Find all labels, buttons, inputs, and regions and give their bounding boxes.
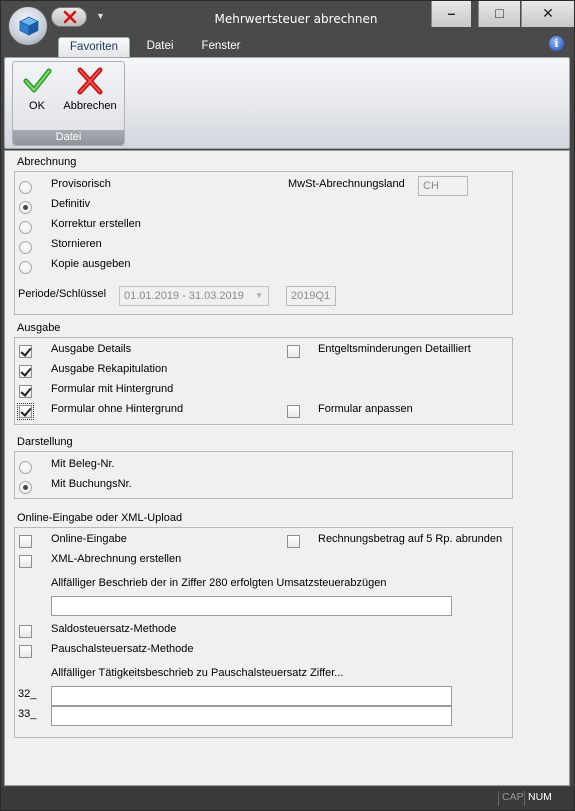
label-entgeltsminderungen-detailliert: Entgeltsminderungen Detailliert [318,343,471,355]
label-rechnungsbetrag-abrunden: Rechnungsbetrag auf 5 Rp. abrunden [318,533,503,545]
radio-label-stornieren: Stornieren [51,238,102,250]
status-bar: CAP NUM [1,787,574,810]
radio-mit-buchungsnr[interactable] [19,481,32,494]
cancel-x-icon [77,67,103,95]
radio-stornieren[interactable] [19,241,32,254]
period-label: Periode/Schlüssel [18,288,107,300]
checkbox-formular-ohne-hintergrund[interactable] [17,403,34,420]
checkbox-pauschalsteuersatz-methode[interactable] [19,645,32,658]
ribbon-panel: OK Abbrechen Datei [4,57,570,149]
country-label: MwSt-Abrechnungsland [288,178,405,190]
section-title-ausgabe: Ausgabe [17,322,61,334]
cancel-button[interactable]: Abbrechen [59,66,121,112]
window-title: Mehrwertsteuer abrechnen [214,12,378,26]
ok-button[interactable]: OK [17,66,57,112]
quick-access-toolbar[interactable] [51,7,87,27]
radio-provisorisch[interactable] [19,181,32,194]
label-taetigkeitsbeschrieb: Allfälliger Tätigkeitsbeschrieb zu Pausc… [51,667,344,679]
radio-label-kopie-ausgeben: Kopie ausgeben [51,258,131,270]
tab-datei[interactable]: Datei [138,37,182,57]
checkbox-rechnungsbetrag-abrunden[interactable] [287,535,300,548]
period-select-value: 01.01.2019 - 31.03.2019 [124,290,244,302]
radio-korrektur-erstellen[interactable] [19,221,32,234]
radio-label-definitiv: Definitiv [51,198,91,210]
help-icon[interactable]: i [549,36,564,51]
close-button[interactable]: ✕ [521,1,574,27]
radio-mit-beleg-nr[interactable] [19,461,32,474]
checkbox-formular-anpassen[interactable] [287,405,300,418]
close-icon: ✕ [542,5,554,21]
title-bar: ▼ Mehrwertsteuer abrechnen – □ ✕ [1,1,574,37]
label-formular-anpassen: Formular anpassen [318,403,413,415]
form-area: Abrechnung Provisorisch Definitiv Korrek… [4,150,570,786]
ziffer-33-field[interactable] [51,706,452,726]
cancel-icon[interactable] [62,9,78,25]
ziffer-32-field[interactable] [51,686,452,706]
ribbon-group-label: Datei [13,130,124,145]
radio-kopie-ausgeben[interactable] [19,261,32,274]
checkbox-saldosteuersatz-methode[interactable] [19,625,32,638]
radio-label-provisorisch: Provisorisch [51,178,111,190]
chevron-down-icon: ▼ [255,291,263,300]
customize-toolbar-arrow-icon[interactable]: ▼ [96,11,105,21]
ribbon-tab-bar: Favoriten Datei Fenster [1,37,574,57]
label-ziffer-33: 33_ [18,708,37,720]
application-window: ▼ Mehrwertsteuer abrechnen – □ ✕ Favorit… [0,0,575,811]
app-cube-icon [19,16,39,36]
minimize-icon: – [447,5,456,21]
period-key-field[interactable]: 2019Q1 [286,286,336,306]
beschrieb-ziffer-280-field[interactable] [51,596,452,616]
maximize-icon: □ [495,5,504,21]
label-ausgabe-rekapitulation: Ausgabe Rekapitulation [51,363,168,375]
checkbox-entgeltsminderungen-detailliert[interactable] [287,345,300,358]
radio-definitiv[interactable] [19,201,32,214]
tab-fenster[interactable]: Fenster [193,37,249,57]
application-menu-button[interactable] [8,6,48,46]
label-pauschalsteuersatz-methode: Pauschalsteuersatz-Methode [51,643,194,655]
label-formular-ohne-hintergrund: Formular ohne Hintergrund [51,403,184,415]
tab-favoriten[interactable]: Favoriten [58,37,130,57]
section-title-online: Online-Eingabe oder XML-Upload [17,512,183,524]
radio-label-korrektur-erstellen: Korrektur erstellen [51,218,141,230]
label-saldosteuersatz-methode: Saldosteuersatz-Methode [51,623,177,635]
period-select[interactable]: 01.01.2019 - 31.03.2019 ▼ [119,286,269,306]
radio-label-mit-beleg-nr: Mit Beleg-Nr. [51,458,115,470]
maximize-button[interactable]: □ [478,1,520,27]
minimize-button[interactable]: – [431,1,471,27]
label-beschrieb-ziffer-280: Allfälliger Beschrieb der in Ziffer 280 … [51,577,387,589]
section-title-abrechnung: Abrechnung [17,156,77,168]
cancel-label: Abbrechen [63,100,117,112]
checkbox-ausgabe-rekapitulation[interactable] [19,365,32,378]
checkbox-xml-abrechnung[interactable] [19,555,32,568]
label-online-eingabe: Online-Eingabe [51,533,127,545]
checkbox-online-eingabe[interactable] [19,535,32,548]
label-xml-abrechnung: XML-Abrechnung erstellen [51,553,182,565]
label-ziffer-32: 32_ [18,688,37,700]
label-formular-mit-hintergrund: Formular mit Hintergrund [51,383,174,395]
status-cap: CAP [498,791,527,806]
ribbon-group-datei: OK Abbrechen Datei [12,61,125,146]
country-field[interactable]: CH [418,176,468,196]
ok-label: OK [29,100,45,112]
status-num: NUM [524,791,555,806]
section-title-darstellung: Darstellung [17,436,73,448]
label-ausgabe-details: Ausgabe Details [51,343,132,355]
radio-label-mit-buchungsnr: Mit BuchungsNr. [51,478,132,490]
checkbox-ausgabe-details[interactable] [19,345,32,358]
checkbox-formular-mit-hintergrund[interactable] [19,385,32,398]
checkmark-icon [23,68,52,93]
